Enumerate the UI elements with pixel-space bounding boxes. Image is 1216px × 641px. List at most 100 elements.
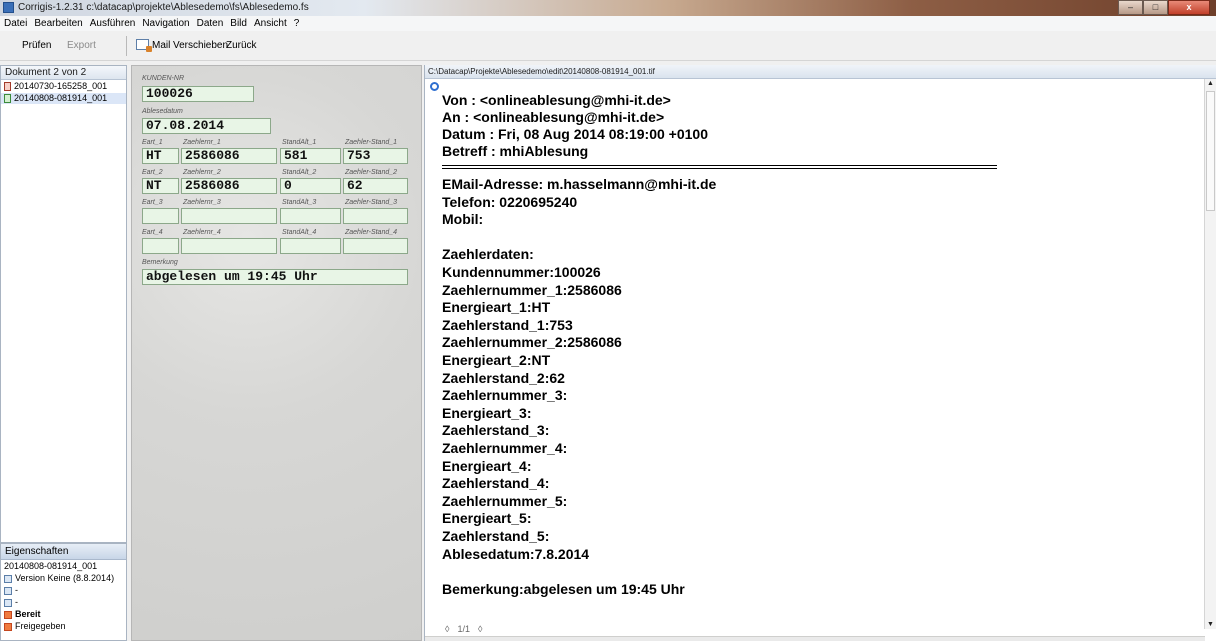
zaehler-stand-label: Zaehler-Stand_4: [345, 229, 398, 236]
mail-body-line: Zaehlerdaten:: [442, 246, 534, 263]
document-icon: [4, 82, 11, 91]
close-button[interactable]: x: [1168, 0, 1210, 15]
mail-body-line: Zaehlerstand_3:: [442, 422, 550, 439]
toolbar-separator: [126, 36, 127, 56]
kunden-nr-label: KUNDEN-NR: [142, 75, 184, 82]
mail-body-line: Mobil:: [442, 211, 484, 228]
minimize-button[interactable]: –: [1118, 0, 1143, 15]
zoom-out-icon[interactable]: [430, 82, 439, 91]
mail-body-line: Energieart_5:: [442, 510, 532, 527]
form-panel: KUNDEN-NR 100026 Ablesedatum 07.08.2014 …: [131, 65, 422, 641]
page-navigator: ◊ 1/1 ◊: [445, 624, 482, 634]
previous-page-icon[interactable]: ◊: [445, 624, 449, 634]
property-version-value: Version Keine (8.8.2014): [15, 573, 115, 583]
kunden-nr-field[interactable]: 100026: [142, 86, 254, 102]
zaehler-stand-field[interactable]: 753: [343, 148, 408, 164]
mail-body-line: Energieart_3:: [442, 404, 532, 421]
status-released-label: Freigegeben: [15, 621, 66, 631]
document-item[interactable]: 20140730-165258_001: [1, 81, 126, 92]
pruefen-button[interactable]: Prüfen: [22, 40, 51, 51]
mail-icon[interactable]: [136, 39, 152, 52]
eart-label: Eart_1: [142, 139, 163, 146]
menu-navigation[interactable]: Navigation: [142, 18, 189, 29]
toolbar: Prüfen Export Mail Verschieben Zurück: [0, 31, 1216, 61]
menu-bearbeiten[interactable]: Bearbeiten: [34, 18, 82, 29]
ablesedatum-field[interactable]: 07.08.2014: [142, 118, 271, 134]
mail-body-line: Bemerkung:abgelesen um 19:45 Uhr: [442, 580, 685, 597]
status-ready-label: Bereit: [15, 609, 41, 619]
properties-header: Eigenschaften: [1, 544, 126, 560]
mail-header-line: Betreff : mhiAblesung: [442, 143, 589, 159]
property-id-value: 20140808-081914_001: [4, 561, 98, 571]
mail-button[interactable]: Mail: [152, 40, 170, 51]
eart-field[interactable]: [142, 238, 179, 254]
property-version: Version Keine (8.8.2014): [1, 573, 126, 584]
zaehlernr-field[interactable]: [181, 238, 277, 254]
menu-datei[interactable]: Datei: [4, 18, 27, 29]
mail-header-line: Datum : Fri, 08 Aug 2014 08:19:00 +0100: [442, 126, 708, 142]
bemerkung-field[interactable]: abgelesen um 19:45 Uhr: [142, 269, 408, 285]
zaehler-stand-field[interactable]: 62: [343, 178, 408, 194]
menu-bild[interactable]: Bild: [230, 18, 247, 29]
document-icon: [4, 94, 11, 103]
scroll-down-icon[interactable]: ▼: [1207, 621, 1214, 628]
mail-body-line: Energieart_1:HT: [442, 299, 551, 316]
property-line-3-value: -: [15, 585, 18, 595]
standalt-field[interactable]: 0: [280, 178, 341, 194]
zaehlernr-field[interactable]: [181, 208, 277, 224]
image-path: C:\Datacap\Projekte\Ablesedemo\edit\2014…: [425, 65, 1216, 79]
zurueck-button[interactable]: Zurück: [226, 40, 257, 51]
standalt-field[interactable]: [280, 238, 341, 254]
standalt-field[interactable]: 581: [280, 148, 341, 164]
zaehler-stand-label: Zaehler-Stand_1: [345, 139, 398, 146]
standalt-label: StandAlt_2: [282, 169, 317, 176]
eart-field[interactable]: NT: [142, 178, 179, 194]
zaehlernr-field[interactable]: 2586086: [181, 148, 277, 164]
property-id: 20140808-081914_001: [1, 561, 126, 572]
mail-body-line: Zaehlernummer_1:2586086: [442, 281, 622, 298]
zaehler-stand-field[interactable]: [343, 238, 408, 254]
menu-help[interactable]: ?: [294, 18, 300, 29]
vertical-scrollbar[interactable]: ▲ ▼: [1204, 79, 1216, 629]
horizontal-scrollbar[interactable]: [425, 636, 1205, 641]
scroll-thumb[interactable]: [1206, 91, 1215, 211]
eart-label: Eart_2: [142, 169, 163, 176]
zaehlernr-label: Zaehlernr_1: [183, 139, 221, 146]
standalt-field[interactable]: [280, 208, 341, 224]
menu-ausfuehren[interactable]: Ausführen: [90, 18, 136, 29]
zaehler-stand-label: Zaehler-Stand_3: [345, 199, 398, 206]
image-viewer[interactable]: Von : <onlineablesung@mhi-it.de> An : <on…: [425, 79, 1205, 629]
mail-body-line: Energieart_4:: [442, 457, 532, 474]
eart-label: Eart_4: [142, 229, 163, 236]
window-controls: – □ x: [1118, 0, 1210, 16]
mail-body-line: Kundennummer:100026: [442, 264, 601, 280]
verschieben-button[interactable]: Verschieben: [173, 40, 228, 51]
mail-body-line: Telefon: 0220695240: [442, 193, 578, 210]
mail-body-line: Zaehlernummer_2:2586086: [442, 334, 622, 351]
document-item-selected[interactable]: 20140808-081914_001: [1, 93, 126, 104]
user-icon: [4, 598, 12, 607]
menu-ansicht[interactable]: Ansicht: [254, 18, 287, 29]
eart-field[interactable]: HT: [142, 148, 179, 164]
mail-body-line: EMail-Adresse: m.hasselmann@mhi-it.de: [442, 176, 717, 192]
scroll-up-icon[interactable]: ▲: [1207, 80, 1214, 87]
title-bar: Corrigis-1.2.31 c:\datacap\projekte\Able…: [0, 0, 1216, 16]
zaehlernr-label: Zaehlernr_4: [183, 229, 221, 236]
maximize-button[interactable]: □: [1143, 0, 1168, 15]
zaehlernr-label: Zaehlernr_3: [183, 199, 221, 206]
zaehler-stand-field[interactable]: [343, 208, 408, 224]
eart-field[interactable]: [142, 208, 179, 224]
header-divider: [442, 168, 997, 169]
zaehlernr-field[interactable]: 2586086: [181, 178, 277, 194]
mail-body-line: Zaehlernummer_4:: [442, 440, 568, 456]
mail-body-line: Zaehlernummer_3:: [442, 387, 568, 404]
menu-bar: Datei Bearbeiten Ausführen Navigation Da…: [0, 16, 1216, 31]
export-button[interactable]: Export: [67, 40, 96, 51]
next-page-icon[interactable]: ◊: [478, 624, 482, 634]
status-icon: [4, 622, 12, 631]
bemerkung-label: Bemerkung: [142, 259, 178, 266]
standalt-label: StandAlt_4: [282, 229, 317, 236]
property-status-ready: Bereit: [1, 609, 126, 620]
menu-daten[interactable]: Daten: [197, 18, 224, 29]
document-count-header: Dokument 2 von 2: [1, 66, 126, 80]
